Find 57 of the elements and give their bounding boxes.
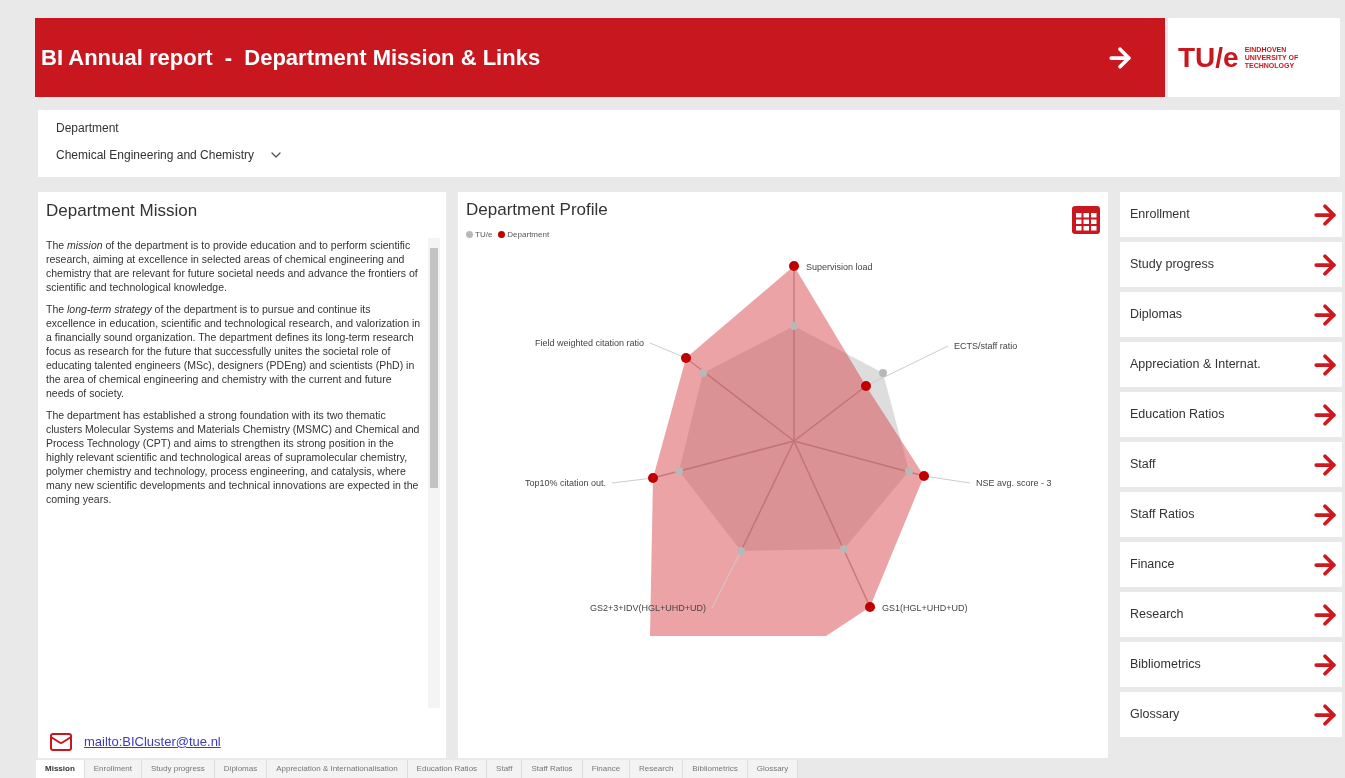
page-tab[interactable]: Bibliometrics [683,760,748,778]
axis-label: NSE avg. score - 3 [976,477,1052,488]
axis-label: GS1(HGL+UHD+UD) [882,602,968,613]
nav-link[interactable]: Diplomas [1120,292,1342,337]
tue-point [699,368,707,377]
nav-link[interactable]: Staff Ratios [1120,492,1342,537]
nav-link[interactable]: Study progress [1120,242,1342,287]
axis-label: GS2+3+IDV(HGL+UHD+UD) [589,602,706,613]
axis-label: Supervision load [806,261,873,272]
tue-point [790,321,798,330]
page-tab[interactable]: Mission [36,760,85,778]
tue-point [675,466,683,475]
nav-link[interactable]: Education Ratios [1120,392,1342,437]
page-tab[interactable]: Diplomas [214,760,268,778]
department-point [789,260,799,271]
department-point [865,601,875,612]
page-tab[interactable]: Glossary [747,760,799,778]
axis-label: Field weighted citation ratio [534,337,644,348]
page-tab[interactable]: Staff Ratios [522,760,583,778]
nav-link[interactable]: Enrollment [1120,192,1342,237]
panel-title: Department Mission [46,200,199,222]
table-icon[interactable] [1070,204,1102,236]
mission-paragraph: The long-term strategy of the department is to pursue and continue its excellence in education, scientific and technological research, and valorization in a financially sound organization. The department defines its long-term research focus as research for the future that successfully unites the societal role of educating talented engineers (MSc), designers (PDEng) and scientists (PhD) in the area of chemical engineering and chemistry with the current and future needs of society. [46,301,422,400]
legend-label: TU/e [475,228,493,241]
page-tab[interactable]: Finance [582,760,631,778]
panel-title: Department Profile [466,199,608,221]
nav-link[interactable]: Finance [1120,542,1342,587]
nav-link[interactable]: Staff [1120,442,1342,487]
page-tab[interactable]: Study progress [142,760,215,778]
axis-label: Top10% citation out. [524,477,606,488]
nav-link[interactable]: Glossary [1120,692,1342,737]
filter-label: Department [56,120,120,137]
logo-mark: TU/e [1178,43,1239,72]
nav-link[interactable]: Appreciation & Internat. [1120,342,1342,387]
mission-paragraph: The department has established a strong foundation with its two thematic clusters Molecular Systems and Materials Chemistry (MSMC) and Chemical and Process Technology (CPT) and aims to strengthen its strong position in the highly relevant scientific and technological areas of supramolecular chemistry, polymer chemistry and technology, process engineering, and catalysis, where many new scientific developments and technical innovations are expected in the coming years. [46,407,421,506]
nav-link[interactable]: Bibliometrics [1120,642,1342,687]
department-dropdown[interactable]: Chemical Engineering and Chemistry [56,146,285,164]
department-point [919,470,929,481]
department-point [861,380,871,391]
page-tab[interactable]: Enrollment [84,760,143,778]
page-tab[interactable]: Research [630,760,684,778]
axis-label: ECTS/staff ratio [954,340,1018,351]
department-point [681,352,691,363]
page-tab[interactable]: Education Ratios [407,760,488,778]
tue-point [737,546,745,555]
report-title: BI Annual report - Department Mission & Links [41,44,541,72]
page-tab[interactable]: Staff [487,760,523,778]
tue-point [905,466,913,475]
department-point [648,472,658,483]
mission-paragraph: The mission of the department is to provide education and to perform scientific research, aiming at excellence in selected areas of chemical engineering and chemistry that are relevant for future societal needs and advance the frontiers of scientific and technological knowledge. [46,237,419,294]
nav-link[interactable]: Research [1120,592,1342,637]
email-link[interactable]: mailto:BICluster@tue.nl [84,731,221,752]
tue-point [840,544,848,553]
scrollbar[interactable] [428,237,440,708]
page-tab[interactable]: Appreciation & Internationalisation [267,760,408,778]
legend-label: Department [507,228,550,241]
tue-point [879,368,887,377]
